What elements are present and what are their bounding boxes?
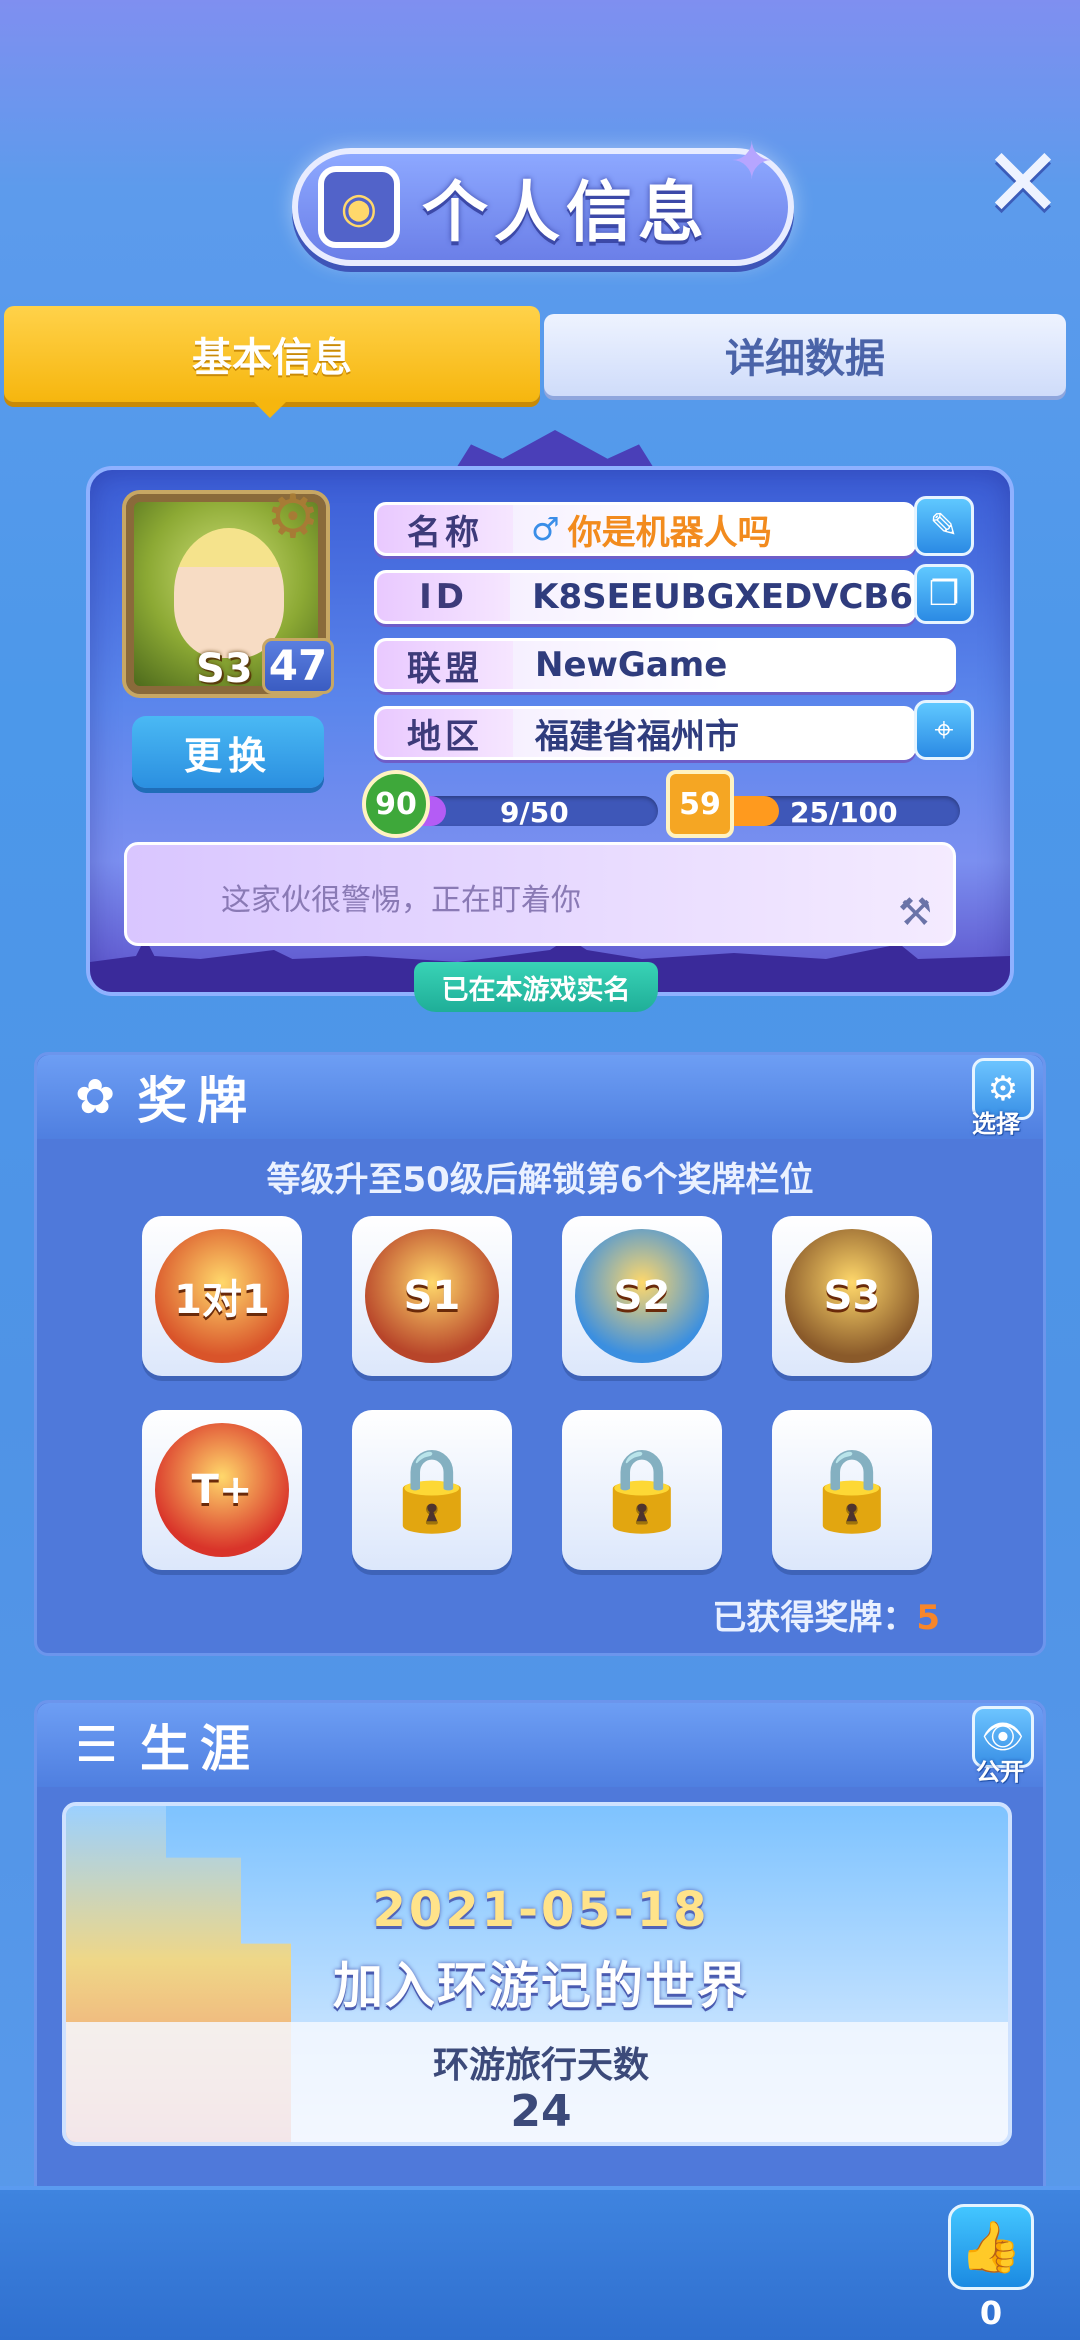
medal-icon: S2 <box>575 1229 709 1363</box>
medal-count: 已获得奖牌：5 <box>700 1590 940 1639</box>
medal-slot[interactable]: T+ <box>142 1410 302 1570</box>
signature-field[interactable]: 这家伙很警惕，正在盯着你 <box>124 842 956 946</box>
page-title: 个人信息 <box>422 174 710 251</box>
medal-slot[interactable]: S3 <box>772 1216 932 1376</box>
gear-frame-icon: ⚙ <box>266 482 320 552</box>
name-value: 你是机器人吗 <box>567 512 772 553</box>
medals-header: ✿ 奖牌 <box>37 1055 1043 1139</box>
realname-verified-badge: 已在本游戏实名 <box>414 962 658 1012</box>
lock-icon: 🔒 <box>802 1443 902 1536</box>
medals-title: 奖牌 <box>137 1072 258 1130</box>
medal-slot-locked[interactable]: 🔒 <box>772 1410 932 1570</box>
thumbs-up-icon[interactable]: 👍 <box>948 2204 1034 2290</box>
public-toggle-label: 公开 <box>976 1758 1024 1786</box>
region-row: 地区 福建省福州市 <box>374 706 916 760</box>
crown-level-badge: 59 <box>666 770 734 838</box>
medal-slot[interactable]: S2 <box>562 1216 722 1376</box>
medal-icon: S1 <box>365 1229 499 1363</box>
medal-slot-locked[interactable]: 🔒 <box>352 1410 512 1570</box>
medal-icon: 1对1 <box>155 1229 289 1363</box>
avatar-level-badge: 47 <box>262 638 334 694</box>
profile-badge-icon: ◉ <box>318 166 400 248</box>
gavel-edit-icon[interactable]: ⚒ <box>898 890 932 934</box>
change-avatar-button[interactable]: 更换 <box>132 716 324 788</box>
name-row: 名称 ♂ 你是机器人吗 <box>374 502 916 556</box>
travel-days-value: 24 <box>510 2086 572 2137</box>
medal-count-label: 已获得奖牌： <box>712 1598 917 1638</box>
region-label: 地区 <box>377 709 513 757</box>
region-value: 福建省福州市 <box>535 716 739 757</box>
select-medal-label: 选择 <box>972 1110 1020 1138</box>
page-title-banner: ◉ 个人信息 <box>292 148 794 266</box>
alliance-value: NewGame <box>535 645 728 685</box>
location-pin-icon[interactable]: ⌖ <box>914 700 974 760</box>
rank-progress-text: 25/100 <box>790 796 898 829</box>
player-level-badge: 90 <box>362 770 430 838</box>
alliance-row: 联盟 NewGame <box>374 638 956 692</box>
bottom-bar <box>0 2186 1080 2340</box>
alliance-label: 联盟 <box>377 641 513 689</box>
lock-icon: 🔒 <box>592 1443 692 1536</box>
medal-unlock-hint: 等级升至50级后解锁第6个奖牌栏位 <box>266 1160 814 1200</box>
edit-icon[interactable]: ✎ <box>914 496 974 556</box>
copy-icon[interactable]: ❐ <box>914 564 974 624</box>
medal-slot-locked[interactable]: 🔒 <box>562 1410 722 1570</box>
career-header: ☰ 生涯 <box>37 1703 1043 1787</box>
like-count: 0 <box>979 2294 1003 2332</box>
tab-pointer-icon <box>252 400 288 418</box>
medal-gear-icon: ✿ <box>75 1069 116 1125</box>
medal-slot[interactable]: S1 <box>352 1216 512 1376</box>
name-label: 名称 <box>377 505 513 553</box>
exp-progress-text: 9/50 <box>500 796 569 829</box>
id-value: K8SEEUBGXEDVCB6 <box>532 577 913 617</box>
star-decoration-icon: ✦ <box>730 132 774 192</box>
medal-count-value: 5 <box>916 1598 940 1638</box>
join-date: 2021-05-18 <box>372 1882 710 1938</box>
join-text: 加入环游记的世界 <box>333 1957 749 2015</box>
medal-slot[interactable]: 1对1 <box>142 1216 302 1376</box>
close-icon[interactable]: ✕ <box>982 135 1064 231</box>
travel-days-label: 环游旅行天数 <box>432 2045 649 2086</box>
lock-icon: 🔒 <box>382 1443 482 1536</box>
career-card: 2021-05-18 加入环游记的世界 环游旅行天数 24 <box>62 1802 1012 2146</box>
male-gender-icon: ♂ <box>531 510 560 548</box>
tab-detailed-data[interactable]: 详细数据 <box>544 314 1066 396</box>
career-title: 生涯 <box>140 1720 261 1778</box>
avatar-season-badge: S3 <box>196 646 253 692</box>
medal-icon: S3 <box>785 1229 919 1363</box>
medal-icon: T+ <box>155 1423 289 1557</box>
list-icon: ☰ <box>75 1717 119 1773</box>
id-row: ID K8SEEUBGXEDVCB6 <box>374 570 916 624</box>
id-label: ID <box>377 573 511 621</box>
tab-basic-info[interactable]: 基本信息 <box>4 306 540 402</box>
